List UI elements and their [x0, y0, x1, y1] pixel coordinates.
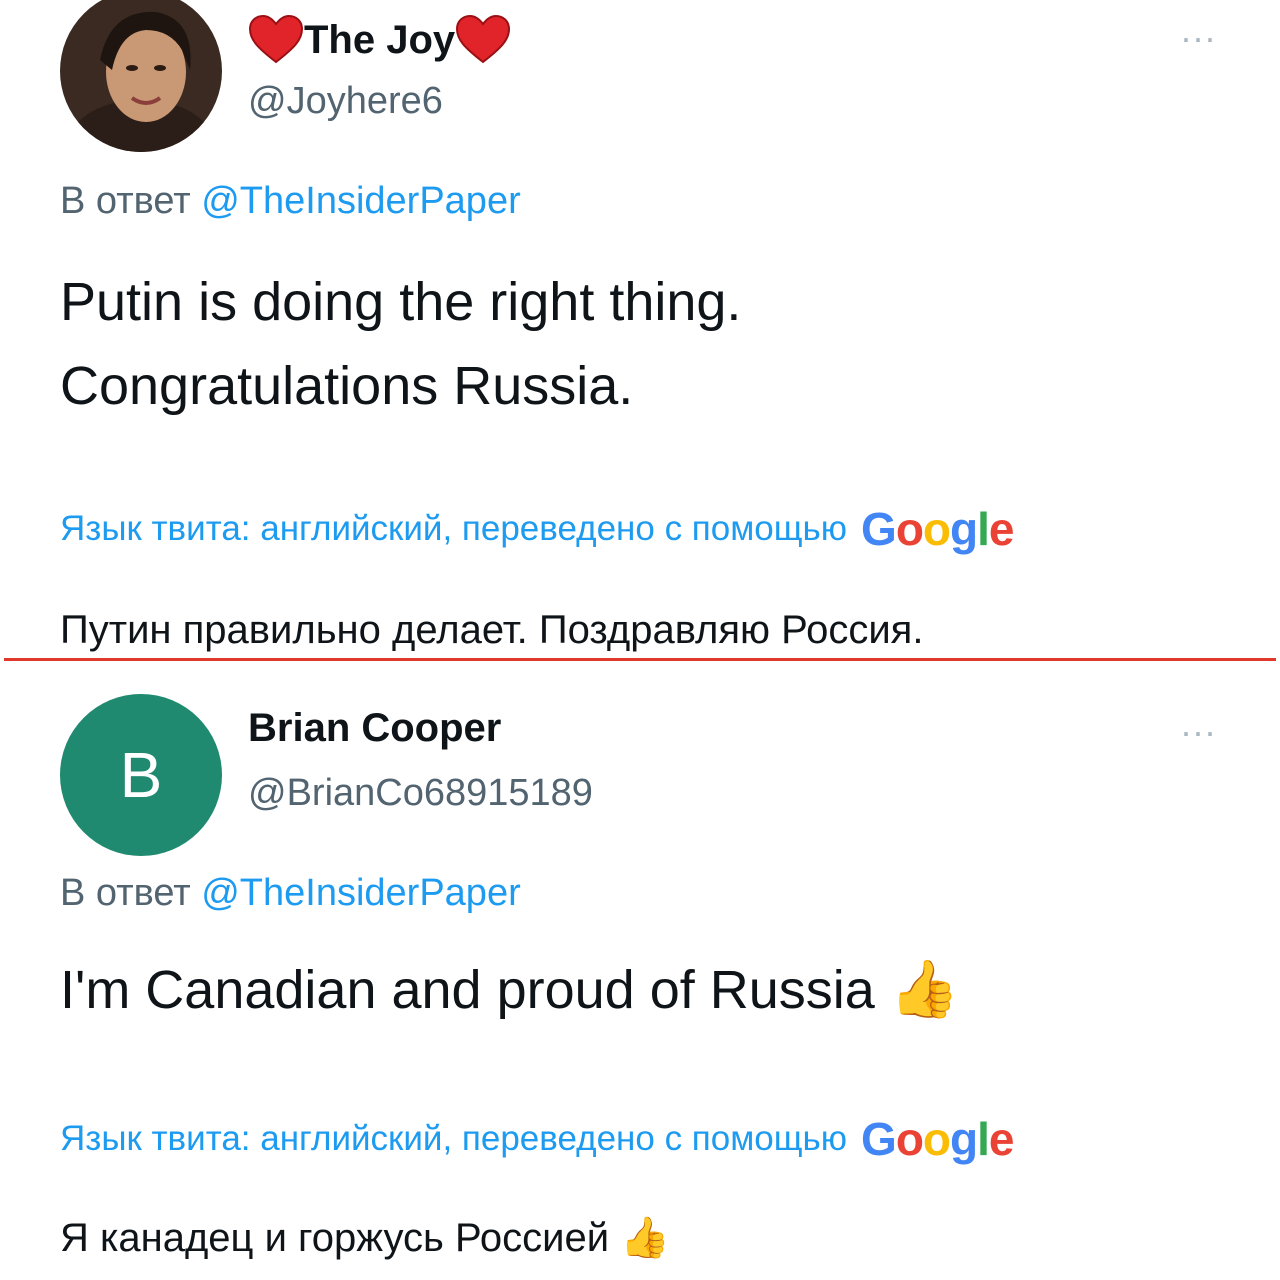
display-name[interactable]: Brian Cooper [248, 706, 501, 751]
translation-label: Язык твита: английский, переведено с пом… [60, 509, 848, 548]
tweet-text-line: Congratulations Russia. [60, 356, 634, 416]
translation-attribution[interactable]: Язык твита: английский, переведено с пом… [60, 1112, 1014, 1166]
avatar[interactable]: B [60, 694, 222, 856]
tweet-brian-cooper[interactable]: B Brian Cooper @BrianCo68915189 ··· В от… [0, 662, 1280, 1280]
red-divider-line [4, 658, 1276, 661]
display-name-text: The Joy [304, 17, 456, 62]
translation-label: Язык твита: английский, переведено с пом… [60, 1119, 848, 1158]
thumbs-up-icon: 👍 [889, 957, 960, 1020]
translation-attribution[interactable]: Язык твита: английский, переведено с пом… [60, 502, 1014, 556]
tweet-the-joy[interactable]: The Joy @Joyhere6 ··· В ответ @TheInside… [0, 0, 1280, 660]
user-handle[interactable]: @Joyhere6 [248, 80, 443, 123]
thumbs-up-icon: 👍 [620, 1216, 670, 1260]
more-options-icon[interactable]: ··· [1180, 20, 1216, 56]
display-name[interactable]: The Joy [248, 14, 511, 66]
translated-text-body: Я канадец и горжусь Россией [60, 1216, 610, 1260]
tweet-text: Putin is doing the right thing. Congratu… [60, 260, 1240, 428]
reply-prefix: В ответ [60, 180, 191, 222]
google-logo: Google [861, 1113, 1014, 1165]
red-heart-icon [248, 14, 304, 66]
reply-mention-link[interactable]: @TheInsiderPaper [201, 180, 521, 222]
translated-text: Я канадец и горжусь Россией 👍 [60, 1214, 670, 1261]
reply-context: В ответ @TheInsiderPaper [60, 872, 521, 915]
translated-text: Путин правильно делает. Поздравляю Росси… [60, 608, 924, 652]
more-options-icon[interactable]: ··· [1180, 714, 1216, 750]
avatar[interactable] [60, 0, 222, 152]
reply-prefix: В ответ [60, 872, 191, 914]
tweet-text-line: Putin is doing the right thing. [60, 272, 742, 332]
user-handle[interactable]: @BrianCo68915189 [248, 772, 593, 815]
tweet-text: I'm Canadian and proud of Russia 👍 [60, 947, 1240, 1032]
reply-context: В ответ @TheInsiderPaper [60, 180, 521, 223]
tweet-text-body: I'm Canadian and proud of Russia [60, 960, 875, 1020]
reply-mention-link[interactable]: @TheInsiderPaper [201, 872, 521, 914]
red-heart-icon [455, 14, 511, 66]
avatar-photo-image [60, 0, 222, 152]
google-logo: Google [861, 503, 1014, 555]
